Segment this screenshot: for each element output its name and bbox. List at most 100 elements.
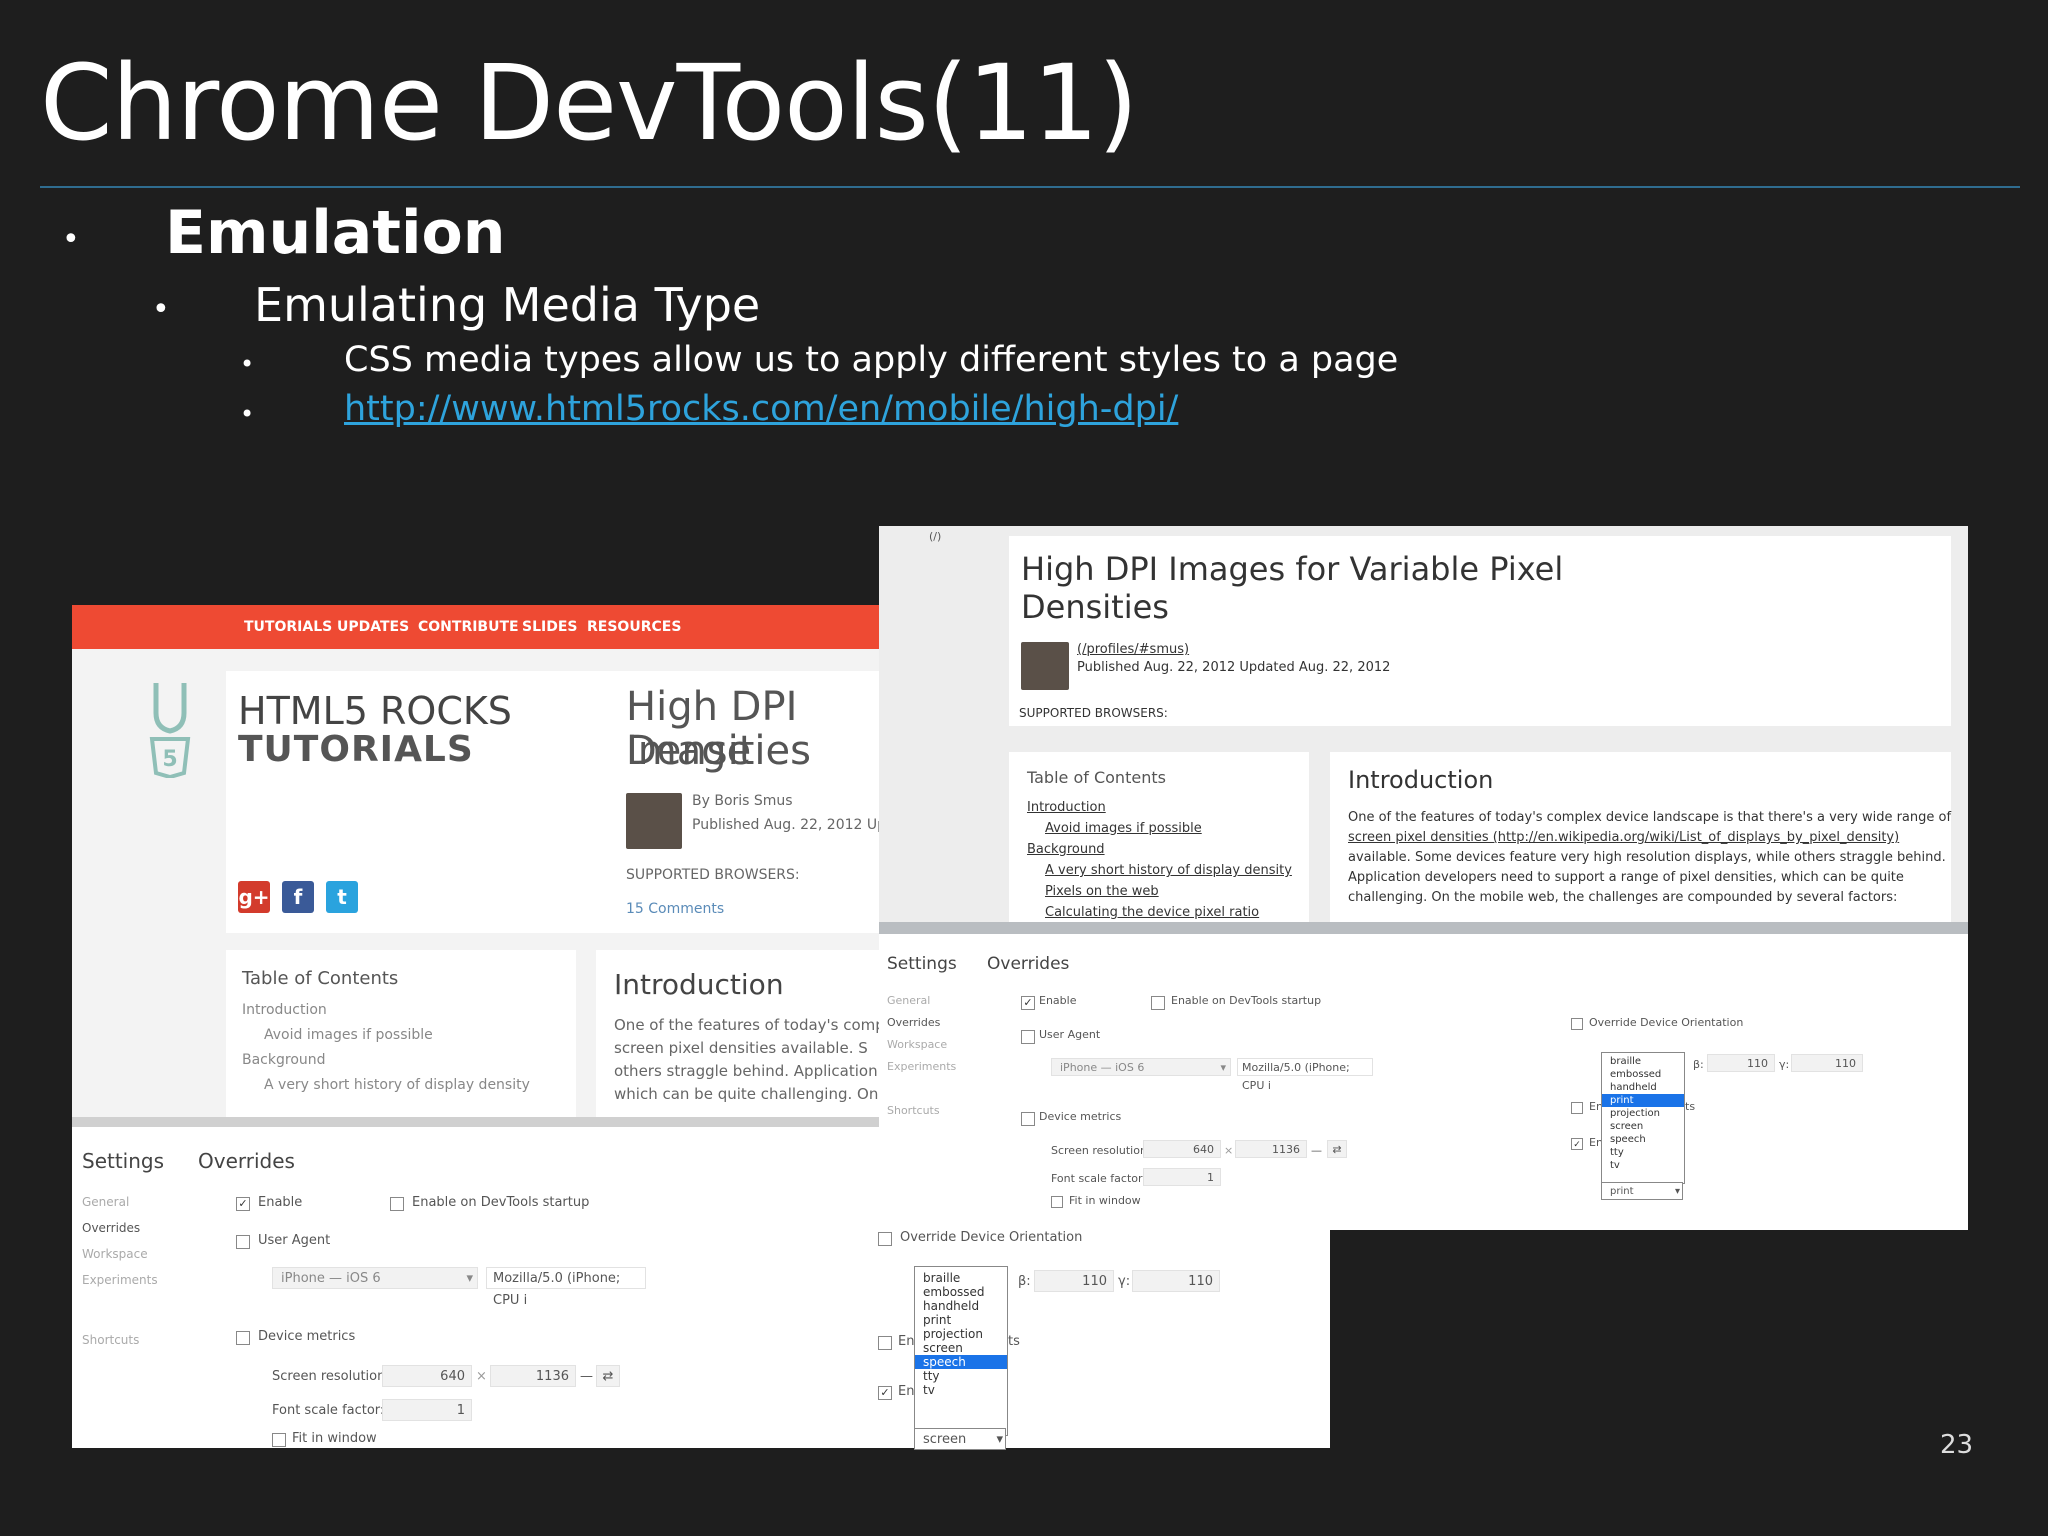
toc-background[interactable]: Background [242, 1052, 326, 1068]
twitter-icon[interactable]: t [326, 881, 358, 913]
user-agent-string-input[interactable]: Mozilla/5.0 (iPhone; CPU i [1237, 1058, 1373, 1092]
user-agent-checkbox[interactable] [236, 1235, 250, 1249]
nav-resources[interactable]: RESOURCES [587, 619, 681, 635]
swap-dimensions-button[interactable]: ⇄ [1327, 1140, 1347, 1158]
enable-checkbox[interactable]: ✓ [236, 1197, 250, 1211]
supported-browsers-label: SUPPORTED BROWSERS: [1019, 706, 1168, 720]
emulate-checkbox-2[interactable]: ✓ [878, 1386, 892, 1400]
media-type-dropdown-list[interactable]: braille embossed handheld print projecti… [1601, 1052, 1685, 1184]
fit-in-window-checkbox[interactable] [272, 1433, 286, 1447]
nav-tutorials[interactable]: TUTORIALS [244, 619, 332, 635]
sidebar-item-workspace[interactable]: Workspace [887, 1038, 947, 1051]
enable-checkbox[interactable]: ✓ [1021, 996, 1035, 1010]
article-header-card: HTML5 ROCKS TUTORIALS g+ f t High DPI Im… [226, 671, 880, 933]
intro-line-2[interactable]: screen pixel densities (http://en.wikipe… [1348, 830, 1899, 845]
media-option[interactable]: speech [1602, 1133, 1684, 1146]
media-type-select[interactable]: screen ▾ [914, 1428, 1006, 1450]
sidebar-item-overrides[interactable]: Overrides [82, 1221, 140, 1235]
media-option[interactable]: embossed [915, 1285, 1007, 1299]
toc-pixels-on-web[interactable]: Pixels on the web [1045, 884, 1159, 899]
media-option[interactable]: print [915, 1313, 1007, 1327]
media-option[interactable]: screen [1602, 1120, 1684, 1133]
user-agent-checkbox[interactable] [1021, 1030, 1035, 1044]
comments-link[interactable]: 15 Comments [626, 901, 724, 917]
screenshot-html5rocks-screen: TUTORIALS UPDATES CONTRIBUTE SLIDES RESO… [72, 605, 880, 1448]
media-option-selected[interactable]: print [1602, 1094, 1684, 1107]
user-agent-select[interactable]: iPhone — iOS 6 ▾ [272, 1267, 478, 1289]
media-option[interactable]: tty [915, 1369, 1007, 1383]
toc-introduction[interactable]: Introduction [242, 1002, 327, 1018]
toc-history[interactable]: A very short history of display density [1045, 863, 1292, 878]
toc-background[interactable]: Background [1027, 842, 1105, 857]
media-option[interactable]: handheld [915, 1299, 1007, 1313]
nav-updates[interactable]: UPDATES [337, 619, 409, 635]
media-type-dropdown-list[interactable]: braille embossed handheld print projecti… [914, 1266, 1008, 1436]
gamma-input[interactable]: 110 [1132, 1270, 1220, 1292]
fit-in-window-checkbox[interactable] [1051, 1196, 1063, 1208]
emulate-checkbox-1[interactable] [878, 1336, 892, 1350]
override-orientation-checkbox[interactable] [1571, 1018, 1583, 1030]
media-option[interactable]: embossed [1602, 1068, 1684, 1081]
sidebar-item-experiments[interactable]: Experiments [82, 1273, 158, 1287]
media-option-selected[interactable]: speech [915, 1355, 1007, 1369]
media-option[interactable]: projection [1602, 1107, 1684, 1120]
toc-calculating-ratio[interactable]: Calculating the device pixel ratio [1045, 905, 1259, 920]
user-agent-select[interactable]: iPhone — iOS 6 ▾ [1051, 1058, 1231, 1076]
toc-history[interactable]: A very short history of display density [264, 1077, 530, 1093]
home-link[interactable]: (/) [929, 530, 941, 543]
swap-dimensions-button[interactable]: ⇄ [596, 1365, 620, 1387]
sidebar-item-overrides[interactable]: Overrides [887, 1016, 940, 1029]
beta-input[interactable]: 110 [1034, 1270, 1114, 1292]
emulate-checkbox-2[interactable]: ✓ [1571, 1138, 1583, 1150]
device-metrics-checkbox[interactable] [236, 1331, 250, 1345]
toc-introduction[interactable]: Introduction [1027, 800, 1106, 815]
sidebar-item-shortcuts[interactable]: Shortcuts [887, 1104, 940, 1117]
media-option[interactable]: tv [915, 1383, 1007, 1397]
profile-link[interactable]: (/profiles/#smus) [1077, 642, 1189, 657]
media-option[interactable]: braille [1602, 1055, 1684, 1068]
google-plus-icon[interactable]: g+ [238, 881, 270, 913]
user-agent-string-input[interactable]: Mozilla/5.0 (iPhone; CPU i [486, 1267, 646, 1308]
resolution-width-input[interactable]: 640 [382, 1365, 472, 1387]
device-metrics-checkbox[interactable] [1021, 1112, 1035, 1126]
media-option[interactable]: screen [915, 1341, 1007, 1355]
nav-slides[interactable]: SLIDES [522, 619, 577, 635]
sidebar-item-general[interactable]: General [82, 1195, 129, 1209]
resolution-height-input[interactable]: 1136 [1235, 1140, 1307, 1158]
font-scale-input[interactable]: 1 [1143, 1168, 1221, 1186]
enable-startup-checkbox[interactable] [1151, 996, 1165, 1010]
sidebar-item-experiments[interactable]: Experiments [887, 1060, 956, 1073]
media-type-select[interactable]: print ▾ [1601, 1182, 1683, 1200]
author-name[interactable]: By Boris Smus [692, 793, 793, 809]
beta-label: β: [1693, 1058, 1704, 1071]
sidebar-item-workspace[interactable]: Workspace [82, 1247, 148, 1261]
enable-startup-checkbox[interactable] [390, 1197, 404, 1211]
override-orientation-label: Override Device Orientation [1589, 1016, 1744, 1029]
toc-avoid-images[interactable]: Avoid images if possible [264, 1027, 433, 1043]
media-option[interactable]: tty [1602, 1146, 1684, 1159]
font-scale-input[interactable]: 1 [382, 1399, 472, 1421]
media-option[interactable]: tv [1602, 1159, 1684, 1172]
bullet-l1: • [62, 222, 80, 257]
beta-input[interactable]: 110 [1707, 1054, 1775, 1072]
site-nav-bar: TUTORIALS UPDATES CONTRIBUTE SLIDES RESO… [72, 605, 880, 649]
html5rocks-link[interactable]: http://www.html5rocks.com/en/mobile/high… [344, 389, 1178, 429]
media-option[interactable]: handheld [1602, 1081, 1684, 1094]
resolution-height-input[interactable]: 1136 [490, 1365, 576, 1387]
gamma-input[interactable]: 110 [1791, 1054, 1863, 1072]
resolution-width-input[interactable]: 640 [1143, 1140, 1221, 1158]
settings-heading: Settings [82, 1149, 165, 1173]
override-orientation-checkbox[interactable] [878, 1232, 892, 1246]
media-option[interactable]: braille [915, 1271, 1007, 1285]
emulate-checkbox-1[interactable] [1571, 1102, 1583, 1114]
nav-contribute[interactable]: CONTRIBUTE [418, 619, 519, 635]
media-option[interactable]: projection [915, 1327, 1007, 1341]
facebook-icon[interactable]: f [282, 881, 314, 913]
sidebar-item-shortcuts[interactable]: Shortcuts [82, 1333, 139, 1347]
toc-avoid-images[interactable]: Avoid images if possible [1045, 821, 1202, 836]
media-type-select-value: screen [923, 1432, 967, 1447]
user-agent-select-value: iPhone — iOS 6 [281, 1271, 381, 1286]
orientation-overrides-region: Override Device Orientation β: 110 γ: 11… [878, 1228, 1330, 1450]
sidebar-item-general[interactable]: General [887, 994, 930, 1007]
chevron-down-icon: ▾ [996, 1432, 1003, 1447]
